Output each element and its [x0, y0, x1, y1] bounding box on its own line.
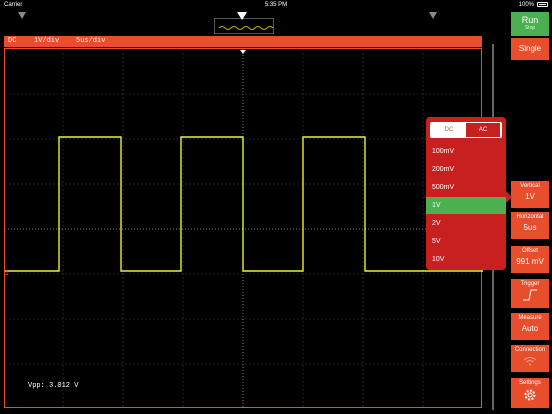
vertical-button[interactable]: Vertical 1V — [511, 181, 549, 208]
coupling-dc-tab[interactable]: DC — [432, 122, 466, 138]
voltage-scale-popup: DC AC 100mV 200mV 500mV 1V 2V 5V 10V — [426, 117, 506, 270]
right-marker-icon[interactable] — [429, 12, 437, 19]
left-marker-icon[interactable] — [18, 12, 26, 19]
offset-value: 991 mV — [516, 257, 544, 266]
vertical-title: Vertical — [520, 183, 540, 189]
scale-option-100mv[interactable]: 100mV — [426, 143, 506, 160]
coupling-segmented-control: DC AC — [430, 122, 502, 138]
horizontal-value: 5us — [523, 223, 537, 232]
battery-percent: 100% — [518, 2, 534, 8]
scale-option-5v[interactable]: 5V — [426, 233, 506, 250]
run-stop-button[interactable]: Run Stop — [511, 12, 549, 36]
status-bar: Carrier 5:35 PM 100% — [0, 0, 552, 10]
scope-grid: 1 — [5, 49, 483, 409]
measure-value: Auto — [521, 324, 539, 333]
scale-option-1v[interactable]: 1V — [426, 197, 506, 214]
wifi-icon — [523, 357, 537, 366]
scale-option-10v[interactable]: 10V — [426, 251, 506, 268]
coupling-label: DC — [8, 37, 17, 45]
scale-option-2v[interactable]: 2V — [426, 215, 506, 232]
horizontal-scale-label: 5us/div — [76, 37, 106, 45]
waveform-preview[interactable] — [214, 18, 274, 34]
run-label: Run — [521, 15, 539, 25]
trigger-position-icon[interactable] — [237, 12, 247, 20]
scale-option-500mv[interactable]: 500mV — [426, 179, 506, 196]
preview-wave-icon — [218, 26, 274, 30]
single-button[interactable]: Single — [511, 38, 549, 60]
coupling-ac-tab[interactable]: AC — [466, 123, 500, 137]
rising-edge-icon — [523, 289, 537, 301]
scope-display[interactable]: 1 — [4, 48, 483, 409]
offset-button[interactable]: Offset 991 mV — [511, 246, 549, 273]
vpp-readout: Vpp: 3.012 V — [28, 382, 79, 390]
vertical-scale-label: 1V/div — [34, 37, 60, 45]
gear-icon — [524, 389, 536, 401]
trigger-title: Trigger — [520, 281, 540, 287]
horizontal-button[interactable]: Horizontal 5us — [511, 212, 549, 239]
trigger-arrow-icon — [240, 50, 246, 54]
settings-title: Settings — [519, 380, 541, 386]
connection-button[interactable]: Connection — [511, 345, 549, 372]
scale-option-200mv[interactable]: 200mV — [426, 161, 506, 178]
timeline-strip[interactable] — [4, 10, 482, 36]
offset-title: Offset — [522, 248, 538, 254]
svg-text:1: 1 — [5, 270, 9, 277]
stop-label: Stop — [524, 25, 536, 31]
connection-title: Connection — [514, 347, 546, 353]
channel-info-bar: DC 1V/div 5us/div — [4, 36, 482, 47]
battery-icon — [537, 2, 548, 7]
vertical-value: 1V — [525, 192, 535, 201]
settings-button[interactable]: Settings — [511, 378, 549, 408]
single-label: Single — [518, 44, 542, 53]
clock: 5:35 PM — [264, 2, 288, 8]
measure-button[interactable]: Measure Auto — [511, 313, 549, 340]
horizontal-title: Horizontal — [516, 214, 544, 220]
signal-trace — [5, 136, 483, 272]
trigger-button[interactable]: Trigger — [511, 279, 549, 308]
measure-title: Measure — [518, 315, 542, 321]
